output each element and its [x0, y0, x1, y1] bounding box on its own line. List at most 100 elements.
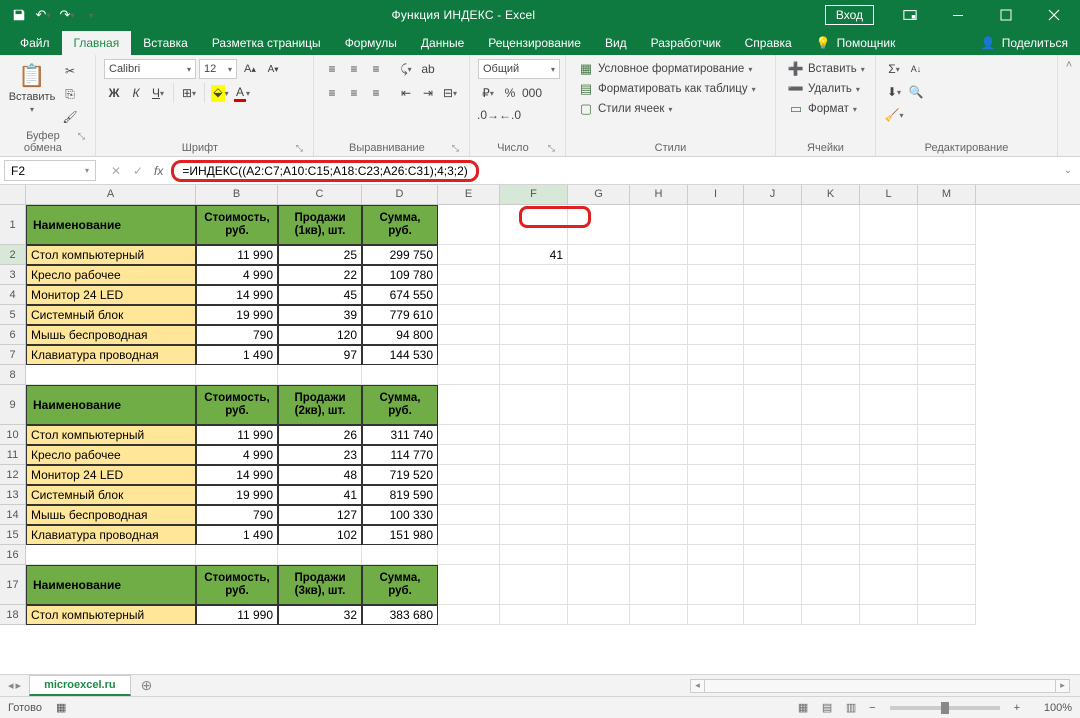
- cell[interactable]: [630, 525, 688, 545]
- cell[interactable]: [802, 425, 860, 445]
- cell[interactable]: [918, 445, 976, 465]
- cell[interactable]: [438, 565, 500, 605]
- cell[interactable]: [802, 365, 860, 385]
- cell[interactable]: [688, 265, 744, 285]
- row-header-14[interactable]: 14: [0, 505, 26, 525]
- table-row[interactable]: 39: [278, 305, 362, 325]
- tab-formulas[interactable]: Формулы: [333, 31, 409, 55]
- cell[interactable]: [744, 465, 802, 485]
- cell[interactable]: [744, 505, 802, 525]
- tab-file[interactable]: Файл: [8, 31, 62, 55]
- table-row[interactable]: 22: [278, 265, 362, 285]
- cell[interactable]: [802, 245, 860, 265]
- sheet-tab[interactable]: microexcel.ru: [29, 675, 131, 696]
- cell[interactable]: [568, 505, 630, 525]
- cell[interactable]: [568, 485, 630, 505]
- cell[interactable]: [568, 425, 630, 445]
- cell[interactable]: [630, 465, 688, 485]
- font-size-select[interactable]: 12▾: [199, 59, 237, 79]
- cell[interactable]: [688, 525, 744, 545]
- cell[interactable]: [918, 385, 976, 425]
- cell[interactable]: [438, 425, 500, 445]
- column-header-J[interactable]: J: [744, 185, 802, 204]
- cell[interactable]: [688, 605, 744, 625]
- cell[interactable]: [500, 305, 568, 325]
- cell[interactable]: [630, 305, 688, 325]
- cell[interactable]: [438, 525, 500, 545]
- cell[interactable]: [744, 305, 802, 325]
- cell[interactable]: [744, 325, 802, 345]
- underline-button[interactable]: Ч▾: [148, 83, 168, 103]
- row-header-15[interactable]: 15: [0, 525, 26, 545]
- cell[interactable]: [860, 505, 918, 525]
- table-row[interactable]: Стол компьютерный: [26, 425, 196, 445]
- format-as-table[interactable]: ▤Форматировать как таблицу▾: [574, 79, 767, 99]
- cell[interactable]: [918, 505, 976, 525]
- cell[interactable]: [802, 505, 860, 525]
- cell[interactable]: [688, 345, 744, 365]
- cell[interactable]: [438, 285, 500, 305]
- table-row[interactable]: Системный блок: [26, 305, 196, 325]
- cell[interactable]: [438, 465, 500, 485]
- cell[interactable]: [918, 365, 976, 385]
- column-header-L[interactable]: L: [860, 185, 918, 204]
- table-row[interactable]: 790: [196, 505, 278, 525]
- cell[interactable]: [630, 385, 688, 425]
- select-all-corner[interactable]: [0, 185, 26, 204]
- cell[interactable]: [438, 445, 500, 465]
- cell[interactable]: [630, 285, 688, 305]
- cell[interactable]: [500, 345, 568, 365]
- cell[interactable]: [500, 465, 568, 485]
- table-row[interactable]: Клавиатура проводная: [26, 345, 196, 365]
- cell[interactable]: [860, 445, 918, 465]
- cell[interactable]: [802, 265, 860, 285]
- table-row[interactable]: 383 680: [362, 605, 438, 625]
- table-row[interactable]: 19 990: [196, 305, 278, 325]
- cell[interactable]: [438, 345, 500, 365]
- cell[interactable]: [438, 205, 500, 245]
- table-row[interactable]: 23: [278, 445, 362, 465]
- header-cost[interactable]: Стоимость, руб.: [196, 385, 278, 425]
- table-row[interactable]: 790: [196, 325, 278, 345]
- cell[interactable]: [688, 305, 744, 325]
- cell[interactable]: [630, 425, 688, 445]
- cell[interactable]: [918, 305, 976, 325]
- clipboard-launcher[interactable]: ⤡: [78, 131, 87, 142]
- cell[interactable]: [568, 525, 630, 545]
- table-row[interactable]: 14 990: [196, 465, 278, 485]
- cell[interactable]: [688, 545, 744, 565]
- cell[interactable]: [500, 545, 568, 565]
- column-header-E[interactable]: E: [438, 185, 500, 204]
- cell[interactable]: [568, 345, 630, 365]
- zoom-in[interactable]: +: [1008, 702, 1026, 714]
- cell[interactable]: [438, 245, 500, 265]
- cell[interactable]: [438, 545, 500, 565]
- cell[interactable]: [568, 385, 630, 425]
- undo-button[interactable]: ↶▾: [32, 4, 54, 26]
- cell[interactable]: [860, 485, 918, 505]
- font-name-select[interactable]: Calibri▾: [104, 59, 196, 79]
- cell[interactable]: [568, 265, 630, 285]
- row-header-5[interactable]: 5: [0, 305, 26, 325]
- wrap-text-button[interactable]: ab: [418, 59, 438, 79]
- cell[interactable]: [630, 245, 688, 265]
- copy-button[interactable]: ⎘: [60, 84, 80, 104]
- tab-data[interactable]: Данные: [409, 31, 476, 55]
- cancel-icon[interactable]: ✕: [106, 164, 126, 178]
- cell[interactable]: [688, 365, 744, 385]
- cell[interactable]: [918, 345, 976, 365]
- table-row[interactable]: 819 590: [362, 485, 438, 505]
- cell[interactable]: [744, 605, 802, 625]
- cell[interactable]: [744, 205, 802, 245]
- table-row[interactable]: 674 550: [362, 285, 438, 305]
- table-row[interactable]: 11 990: [196, 245, 278, 265]
- cell[interactable]: [568, 285, 630, 305]
- minimize-button[interactable]: [936, 0, 980, 30]
- table-row[interactable]: 19 990: [196, 485, 278, 505]
- cell-styles[interactable]: ▢Стили ячеек▾: [574, 99, 767, 119]
- cell[interactable]: [196, 365, 278, 385]
- sheet-nav-prev[interactable]: ◂: [8, 679, 14, 692]
- cell[interactable]: [630, 205, 688, 245]
- column-header-B[interactable]: B: [196, 185, 278, 204]
- cell[interactable]: [438, 385, 500, 425]
